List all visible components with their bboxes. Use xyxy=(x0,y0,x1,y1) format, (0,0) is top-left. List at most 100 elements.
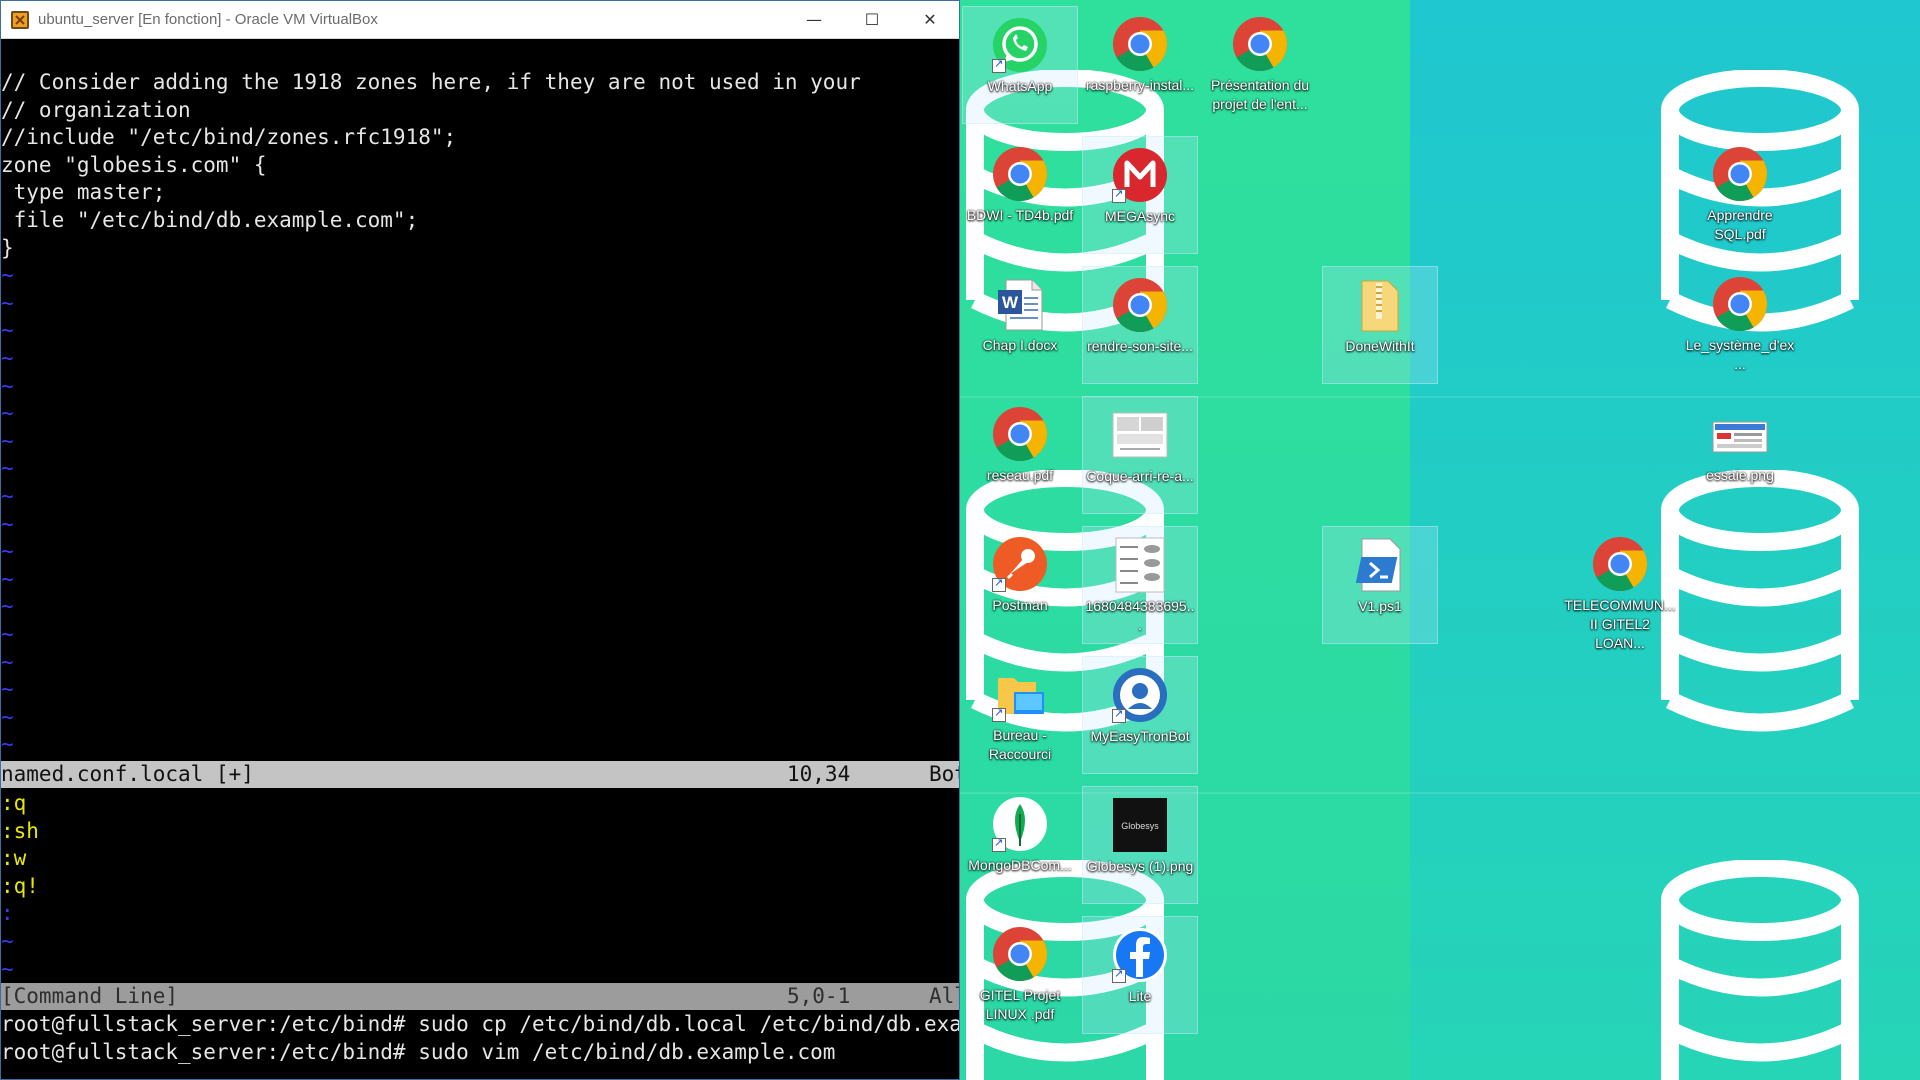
chrome-icon xyxy=(1233,17,1288,72)
vim-line: zone "globesis.com" { xyxy=(1,152,267,177)
vim-empty-line-tilde: ~ xyxy=(1,539,14,564)
vim-line: file "/etc/bind/db.example.com"; xyxy=(1,208,419,232)
desktop-icon-label: Le_système_d'ex... xyxy=(1685,337,1795,372)
cmd-history-item[interactable]: :q xyxy=(1,790,26,818)
chrome-icon xyxy=(1113,17,1168,72)
desktop-icon-label: Apprendre SQL.pdf xyxy=(1707,207,1773,242)
desktop-icon-label: MyEasyTronBot xyxy=(1090,728,1190,744)
desktop-icon-bureau-raccourci[interactable]: Bureau - Raccourci xyxy=(962,656,1078,774)
vim-line: } xyxy=(1,235,14,260)
desktop-icon-label: Bureau - Raccourci xyxy=(988,727,1052,762)
vim-line: // organization xyxy=(1,97,191,122)
vim-cmdline-status: [Command Line] 5,0-1 All xyxy=(1,983,959,1010)
vim-empty-line-tilde: ~ xyxy=(1,511,14,536)
shortcut-arrow-icon xyxy=(1112,187,1126,203)
vim-empty-line-tilde: ~ xyxy=(1,401,14,426)
desktop-icon-le-systeme[interactable]: Le_système_d'ex... xyxy=(1682,266,1798,384)
desktop-icon-essaie-png[interactable]: essaie.png xyxy=(1682,396,1798,514)
vim-cmdline-label: [Command Line] xyxy=(1,984,179,1008)
desktop-icon-label: Coque-arri-re-a... xyxy=(1086,468,1194,484)
shortcut-arrow-icon xyxy=(992,57,1006,73)
vim-empty-line-tilde: ~ xyxy=(1,649,14,674)
vim-empty-line-tilde: ~ xyxy=(1,594,14,619)
chrome-icon xyxy=(993,927,1048,982)
image-thumbnail-icon xyxy=(1115,537,1165,593)
desktop-icon-label: MEGAsync xyxy=(1104,208,1175,224)
vim-empty-line-tilde: ~ xyxy=(1,484,14,508)
vim-status-scroll: Bot xyxy=(929,762,959,786)
desktop-icon-donewithit[interactable]: DoneWithIt xyxy=(1322,266,1438,384)
chrome-icon xyxy=(993,407,1048,462)
shortcut-arrow-icon xyxy=(1112,707,1126,723)
close-button[interactable]: ✕ xyxy=(901,1,959,39)
cmd-history-item[interactable]: :w xyxy=(1,845,26,873)
virtualbox-window[interactable]: ubuntu_server [En fonction] - Oracle VM … xyxy=(0,0,960,1080)
vim-status-line: named.conf.local [+] 10,34 Bot xyxy=(1,761,959,788)
cmd-history-marker: : xyxy=(1,901,14,926)
vim-empty-line-tilde: ~ xyxy=(1,732,14,757)
virtualbox-app-icon xyxy=(11,10,29,29)
desktop-icon-label: Présentation du projet de l'ent... xyxy=(1210,77,1310,112)
desktop-icon-label: Postman xyxy=(992,597,1048,613)
desktop-icon-label: TELECOMMUN... II GITEL2 LOAN... xyxy=(1564,597,1676,651)
desktop-icon-chap-docx[interactable]: W Chap I.docx xyxy=(962,266,1078,384)
desktop-icon-globesys-png[interactable]: Globesys Globesys (1).png xyxy=(1082,786,1198,904)
desktop-icon-rendre-son-site[interactable]: rendre-son-site... xyxy=(1082,266,1198,384)
desktop-icon-presentation[interactable]: Présentation du projet de l'ent... xyxy=(1202,6,1318,124)
shortcut-arrow-icon xyxy=(1112,967,1126,983)
vim-line: // Consider adding the 1918 zones here, … xyxy=(1,70,861,94)
chrome-icon xyxy=(1713,147,1768,202)
vim-line: //include "/etc/bind/zones.rfc1918"; xyxy=(1,125,457,150)
vim-empty-line-tilde: ~ xyxy=(1,290,14,315)
desktop-icon-label: Chap I.docx xyxy=(982,337,1058,353)
minimize-button[interactable]: — xyxy=(785,1,843,39)
desktop-icon-gitel-pdf[interactable]: GITEL Projet LINUX .pdf xyxy=(962,916,1078,1034)
shortcut-arrow-icon xyxy=(992,706,1006,722)
vim-status-filename: named.conf.local [+] xyxy=(1,762,254,786)
database-wallpaper-icon xyxy=(1661,860,1859,1080)
desktop-icon-mongodb-compass[interactable]: MongoDBCom... xyxy=(962,786,1078,904)
chrome-icon xyxy=(1593,537,1648,592)
desktop-icon-postman[interactable]: Postman xyxy=(962,526,1078,644)
cmd-history-item[interactable]: :q! xyxy=(1,873,39,901)
desktop-icon-apprendre-sql[interactable]: Apprendre SQL.pdf xyxy=(1682,136,1798,254)
desktop-icon-label: essaie.png xyxy=(1706,467,1774,483)
desktop-icon-reseau-pdf[interactable]: reseau.pdf xyxy=(962,396,1078,514)
desktop-icon-label: WhatsApp xyxy=(987,78,1053,94)
desktop-icon-label: V1.ps1 xyxy=(1358,598,1402,614)
image-thumbnail-icon xyxy=(1712,421,1768,453)
maximize-button[interactable]: ☐ xyxy=(843,1,901,39)
vim-empty-line-tilde: ~ xyxy=(1,956,14,981)
cmd-history-item[interactable]: :sh xyxy=(1,818,39,846)
vim-line: type master; xyxy=(1,180,166,205)
vim-empty-line-tilde: ~ xyxy=(1,373,14,398)
desktop-icon-label: 1680484383695... xyxy=(1085,598,1195,633)
shell-command-line: root@fullstack_server:/etc/bind# sudo cp… xyxy=(1,1012,959,1036)
desktop-icon-label: Lite xyxy=(1128,988,1152,1004)
close-icon: ✕ xyxy=(923,10,937,29)
desktop-icon-coque[interactable]: Coque-arri-re-a... xyxy=(1082,396,1198,514)
chrome-icon xyxy=(1113,278,1168,333)
desktop-icon-megasync[interactable]: MEGAsync xyxy=(1082,136,1198,254)
minimize-icon: — xyxy=(806,10,822,29)
window-titlebar[interactable]: ubuntu_server [En fonction] - Oracle VM … xyxy=(1,1,959,39)
shell-command-line: root@fullstack_server:/etc/bind# sudo vi… xyxy=(1,1039,836,1064)
vim-empty-line-tilde: ~ xyxy=(1,346,14,370)
chrome-icon xyxy=(1713,277,1768,332)
desktop-icon-myeasytronbot[interactable]: MyEasyTronBot xyxy=(1082,656,1198,774)
desktop-icon-whatsapp[interactable]: WhatsApp xyxy=(962,6,1078,124)
desktop-icon-facebook-lite[interactable]: Lite xyxy=(1082,916,1198,1034)
globesys-logo-text: Globesys xyxy=(1121,821,1159,831)
vim-empty-line-tilde: ~ xyxy=(1,428,14,453)
desktop-icon-raspberry[interactable]: raspberry-instal... xyxy=(1082,6,1198,124)
desktop-icon-v1-ps1[interactable]: V1.ps1 xyxy=(1322,526,1438,644)
maximize-icon: ☐ xyxy=(864,10,880,29)
desktop-icon-telecommunication[interactable]: TELECOMMUN... II GITEL2 LOAN... xyxy=(1562,526,1678,651)
word-document-icon: W xyxy=(998,279,1043,331)
desktop-icon-image-1680484383695[interactable]: 1680484383695... xyxy=(1082,526,1198,644)
chrome-icon xyxy=(993,147,1048,202)
desktop-icon-bdwi-pdf[interactable]: BDWI - TD4b.pdf xyxy=(962,136,1078,254)
vim-empty-line-tilde: ~ xyxy=(1,704,14,729)
vm-console[interactable]: // Consider adding the 1918 zones here, … xyxy=(1,39,959,1079)
desktop-icon-label: MongoDBCom... xyxy=(968,857,1072,873)
